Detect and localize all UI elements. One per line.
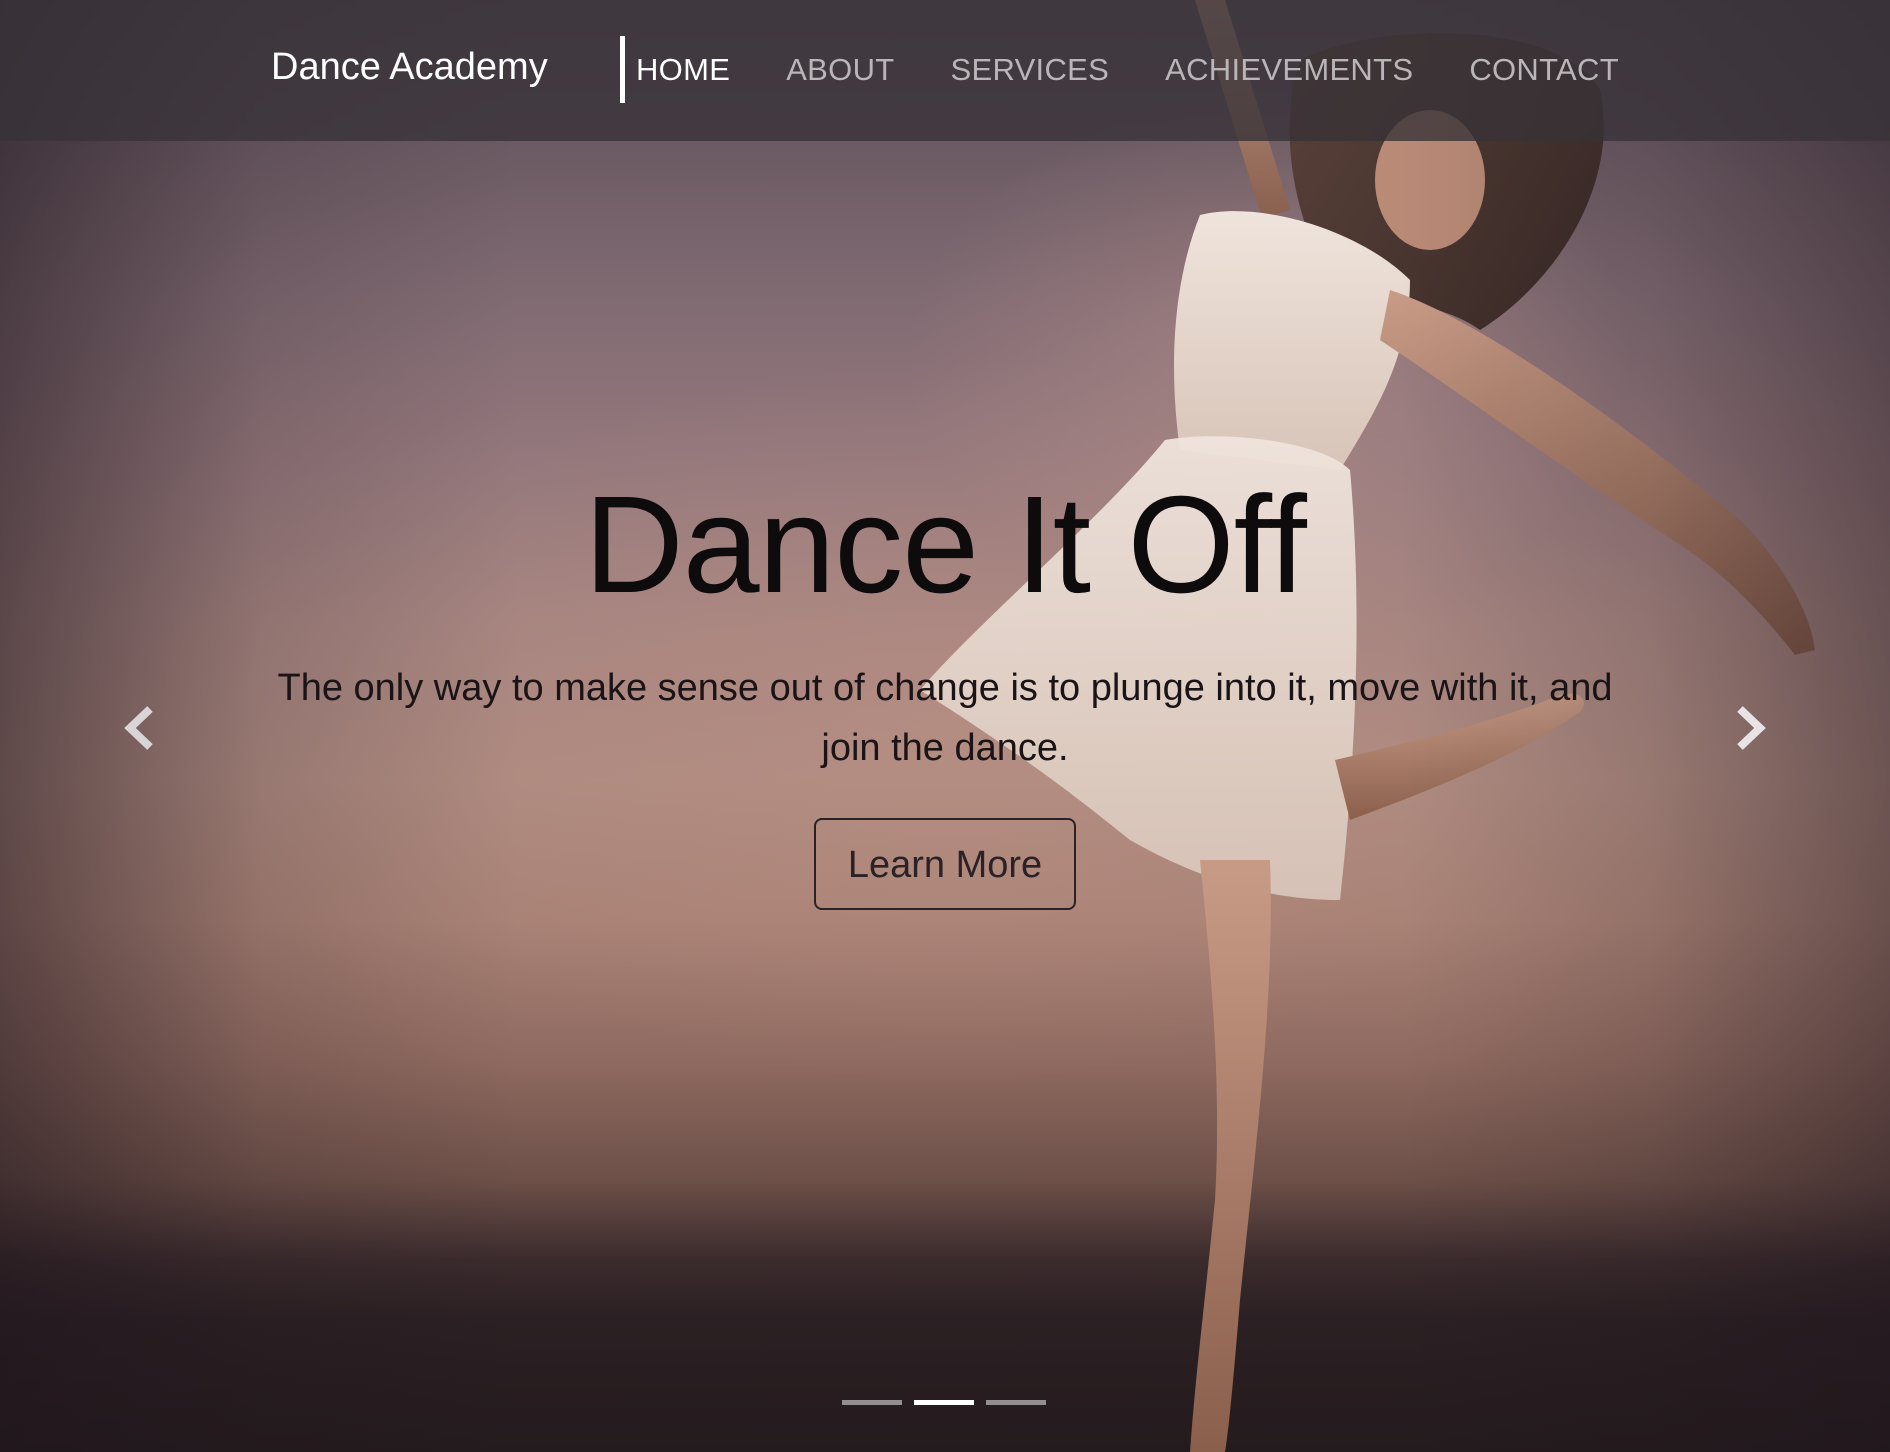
carousel-indicator-3[interactable] [986,1400,1046,1405]
hero-carousel: Dance Academy HOME ABOUT SERVICES ACHIEV… [0,0,1890,1452]
carousel-indicator-2[interactable] [914,1400,974,1405]
nav-item-home[interactable]: HOME [636,52,730,88]
chevron-right-icon [1737,706,1766,750]
nav-item-achievements[interactable]: ACHIEVEMENTS [1165,52,1413,88]
brand-logo[interactable]: Dance Academy [271,46,548,89]
nav-menu: HOME ABOUT SERVICES ACHIEVEMENTS CONTACT [636,52,1619,88]
carousel-indicators [842,1400,1046,1405]
hero-tagline: The only way to make sense out of change… [277,667,1613,769]
nav-item-about[interactable]: ABOUT [786,52,894,88]
carousel-caption: Dance It Off The only way to make sense … [0,470,1890,910]
nav-active-indicator [620,36,625,103]
carousel-prev-button[interactable] [120,705,160,751]
hero-headline: Dance It Off [584,468,1307,622]
navbar: Dance Academy HOME ABOUT SERVICES ACHIEV… [0,0,1890,141]
nav-item-services[interactable]: SERVICES [951,52,1110,88]
learn-more-button[interactable]: Learn More [814,818,1076,910]
carousel-indicator-1[interactable] [842,1400,902,1405]
carousel-next-button[interactable] [1730,705,1770,751]
chevron-left-icon [124,706,153,750]
nav-item-contact[interactable]: CONTACT [1469,52,1619,88]
